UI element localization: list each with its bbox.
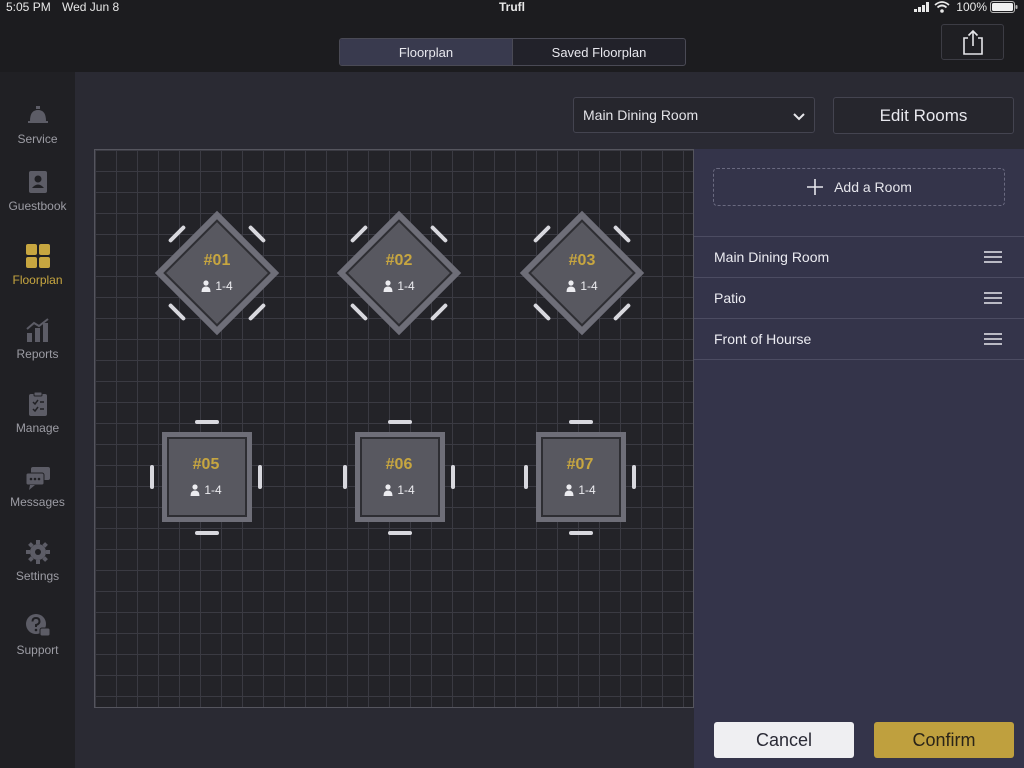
cellular-signal-icon xyxy=(914,2,929,12)
table-capacity: 1-4 xyxy=(343,483,455,497)
sidebar-item-manage[interactable]: Manage xyxy=(0,391,75,451)
table-capacity: 1-4 xyxy=(336,279,462,293)
tab-saved-floorplan[interactable]: Saved Floorplan xyxy=(513,39,685,65)
share-button[interactable] xyxy=(941,24,1004,60)
person-icon xyxy=(383,484,393,496)
cancel-button[interactable]: Cancel xyxy=(714,722,854,758)
table-06[interactable]: #06 1-4 xyxy=(343,420,455,536)
edit-rooms-panel: Add a Room Main Dining Room Patio Front … xyxy=(694,149,1024,768)
person-icon xyxy=(190,484,200,496)
table-number: #02 xyxy=(385,252,413,269)
app-name: Trufl xyxy=(499,0,525,14)
confirm-button[interactable]: Confirm xyxy=(874,722,1014,758)
sidebar-item-messages[interactable]: Messages xyxy=(0,465,75,525)
person-icon xyxy=(566,280,576,292)
chair xyxy=(612,302,632,322)
chair xyxy=(532,224,552,244)
chevron-down-icon xyxy=(793,113,805,121)
floorplan-segmented-control: Floorplan Saved Floorplan xyxy=(339,38,686,66)
sidebar-item-label: Reports xyxy=(16,347,59,361)
sidebar: Service Guestbook Floorplan Reports Mana… xyxy=(0,72,75,768)
room-row-front-of-house[interactable]: Front of Hourse xyxy=(694,319,1024,360)
sidebar-item-label: Settings xyxy=(15,569,60,583)
person-icon xyxy=(201,280,211,292)
table-capacity: 1-4 xyxy=(524,483,636,497)
chair xyxy=(388,420,412,424)
battery-icon xyxy=(990,1,1018,13)
floorplan-canvas[interactable]: #01 1-4 #02 1-4 #03 1-4 #05 1-4 #06 1-4 … xyxy=(94,149,694,708)
table-number: #06 xyxy=(385,456,413,473)
sidebar-item-label: Manage xyxy=(15,421,60,435)
reports-chart-icon xyxy=(25,318,49,342)
chair xyxy=(195,420,219,424)
support-icon xyxy=(25,614,50,637)
person-icon xyxy=(383,280,393,292)
room-select-dropdown[interactable]: Main Dining Room xyxy=(573,97,815,133)
plus-icon xyxy=(807,179,824,195)
edit-rooms-button[interactable]: Edit Rooms xyxy=(833,97,1014,134)
guestbook-icon xyxy=(28,171,47,193)
table-number: #01 xyxy=(203,252,231,269)
table-05[interactable]: #05 1-4 xyxy=(150,420,262,536)
room-name: Front of Hourse xyxy=(714,331,812,347)
chair xyxy=(349,302,369,322)
chair xyxy=(247,224,267,244)
chair xyxy=(167,302,187,322)
room-row-main-dining-room[interactable]: Main Dining Room xyxy=(694,237,1024,278)
room-list: Main Dining Room Patio Front of Hourse xyxy=(694,236,1024,360)
service-bell-icon xyxy=(27,106,48,123)
room-row-patio[interactable]: Patio xyxy=(694,278,1024,319)
sidebar-item-label: Service xyxy=(17,132,58,146)
table-capacity: 1-4 xyxy=(519,279,645,293)
drag-handle-icon[interactable] xyxy=(983,291,1003,305)
chair xyxy=(349,224,369,244)
chair xyxy=(429,224,449,244)
room-name: Main Dining Room xyxy=(714,249,830,265)
floorplan-grid-icon xyxy=(25,244,50,268)
table-07[interactable]: #07 1-4 xyxy=(524,420,636,536)
chair xyxy=(569,531,593,535)
battery-percentage: 100% xyxy=(956,0,987,14)
sidebar-item-label: Messages xyxy=(10,495,65,509)
room-name: Patio xyxy=(714,290,746,306)
chair xyxy=(195,531,219,535)
wifi-icon xyxy=(934,1,950,13)
sidebar-item-service[interactable]: Service xyxy=(0,102,75,162)
person-icon xyxy=(564,484,574,496)
sidebar-item-label: Floorplan xyxy=(12,273,63,287)
drag-handle-icon[interactable] xyxy=(983,250,1003,264)
table-capacity: 1-4 xyxy=(154,279,280,293)
tab-floorplan[interactable]: Floorplan xyxy=(340,39,513,65)
table-capacity: 1-4 xyxy=(150,483,262,497)
chair xyxy=(388,531,412,535)
drag-handle-icon[interactable] xyxy=(983,332,1003,346)
room-select-value: Main Dining Room xyxy=(583,107,699,123)
sidebar-item-reports[interactable]: Reports xyxy=(0,317,75,377)
add-room-label: Add a Room xyxy=(834,179,912,195)
sidebar-item-settings[interactable]: Settings xyxy=(0,539,75,599)
messages-icon xyxy=(25,467,50,490)
gear-icon xyxy=(25,540,50,564)
chair xyxy=(532,302,552,322)
sidebar-item-label: Support xyxy=(16,643,59,657)
table-number: #07 xyxy=(566,456,594,473)
table-02[interactable]: #02 1-4 xyxy=(336,210,462,336)
table-03[interactable]: #03 1-4 xyxy=(519,210,645,336)
clipboard-icon xyxy=(28,391,47,416)
table-number: #03 xyxy=(568,252,596,269)
sidebar-item-floorplan[interactable]: Floorplan xyxy=(0,243,75,303)
status-bar: 5:05 PM Wed Jun 8 Trufl 100% xyxy=(0,0,1024,14)
chair xyxy=(569,420,593,424)
chair xyxy=(429,302,449,322)
table-number: #05 xyxy=(192,456,220,473)
table-01[interactable]: #01 1-4 xyxy=(154,210,280,336)
sidebar-item-label: Guestbook xyxy=(8,199,67,213)
add-room-button[interactable]: Add a Room xyxy=(713,168,1005,206)
sidebar-item-support[interactable]: Support xyxy=(0,613,75,673)
chair xyxy=(612,224,632,244)
sidebar-item-guestbook[interactable]: Guestbook xyxy=(0,169,75,229)
chair xyxy=(247,302,267,322)
chair xyxy=(167,224,187,244)
share-icon xyxy=(962,29,983,55)
